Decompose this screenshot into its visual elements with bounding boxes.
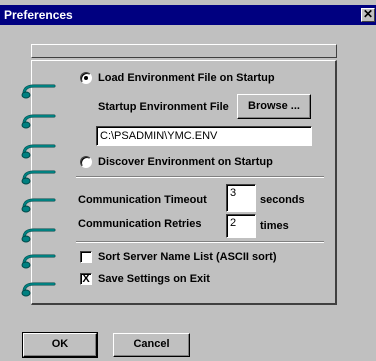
startup-env-label: Startup Environment File: [98, 101, 229, 113]
separator-2: [76, 241, 324, 243]
window-title: Preferences: [4, 8, 73, 22]
close-icon: ✕: [362, 7, 374, 21]
comm-retries-field[interactable]: 2: [226, 214, 256, 238]
load-env-label[interactable]: Load Environment File on Startup: [98, 72, 275, 84]
browse-button[interactable]: Browse ...: [237, 94, 311, 119]
save-settings-label[interactable]: Save Settings on Exit: [98, 273, 210, 285]
sort-server-checkbox[interactable]: [80, 251, 92, 263]
cancel-button[interactable]: Cancel: [113, 333, 190, 357]
preferences-window: Preferences ✕ Load Environment File on S…: [0, 0, 376, 361]
env-path-field[interactable]: C:\PSADMIN\YMC.ENV: [96, 126, 312, 146]
comm-retries-unit: times: [260, 220, 289, 232]
comm-timeout-label: Communication Timeout: [78, 194, 207, 206]
separator-1: [76, 176, 324, 178]
binder-rings: [21, 84, 56, 297]
notebook-page-back: [31, 44, 337, 58]
comm-timeout-field[interactable]: 3: [226, 184, 256, 212]
check-mark-icon: X: [82, 273, 90, 285]
discover-env-label[interactable]: Discover Environment on Startup: [98, 156, 273, 168]
title-bar[interactable]: Preferences ✕: [0, 5, 376, 25]
binder-ring-icon: [22, 84, 56, 294]
comm-timeout-unit: seconds: [260, 194, 305, 206]
save-settings-checkbox[interactable]: X: [80, 273, 92, 285]
close-button[interactable]: ✕: [361, 8, 375, 22]
preferences-notebook: Load Environment File on Startup Startup…: [16, 42, 338, 305]
ok-button[interactable]: OK: [22, 332, 98, 358]
discover-env-radio[interactable]: [80, 156, 92, 168]
sort-server-label[interactable]: Sort Server Name List (ASCII sort): [98, 251, 277, 263]
comm-retries-label: Communication Retries: [78, 218, 202, 230]
load-env-radio[interactable]: [80, 72, 92, 84]
